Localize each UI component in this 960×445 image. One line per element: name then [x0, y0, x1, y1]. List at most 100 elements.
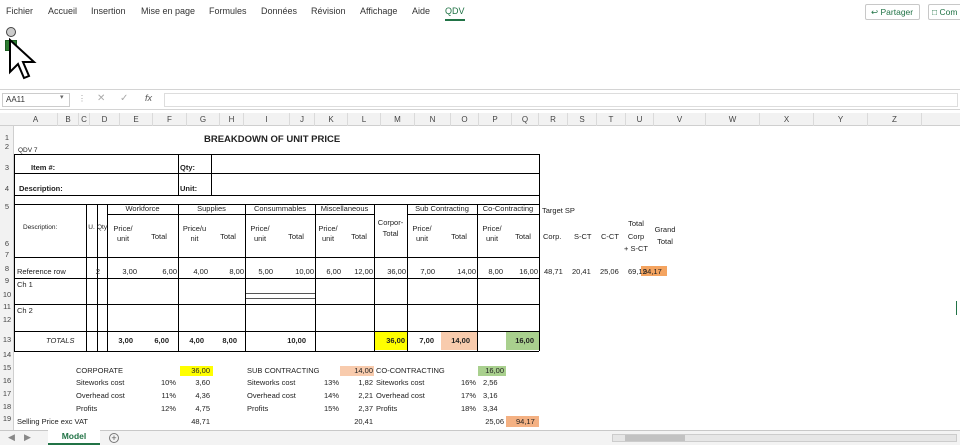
row-header-18[interactable]: 18: [0, 402, 14, 411]
menu-fichier[interactable]: Fichier: [6, 6, 33, 16]
co-site-label: Siteworks cost: [376, 378, 425, 387]
menu-insertion[interactable]: Insertion: [91, 6, 126, 16]
row-header-2[interactable]: 2: [0, 142, 14, 151]
row-header-11[interactable]: 11: [0, 302, 14, 311]
row-header-12[interactable]: 12: [0, 315, 14, 324]
menu-mise-en-page[interactable]: Mise en page: [141, 6, 195, 16]
ref-t-cct: 25,06: [600, 267, 619, 276]
co-site-val: 2,56: [483, 378, 498, 387]
column-header-j[interactable]: J: [290, 113, 315, 126]
column-header-f[interactable]: F: [153, 113, 187, 126]
tab-model[interactable]: Model: [48, 430, 100, 445]
co-price-unit: Price/ unit: [482, 224, 502, 243]
overhead-label: Overhead cost: [76, 391, 125, 400]
spreadsheet-grid[interactable]: BREAKDOWN OF UNIT PRICE QDV 7 Item #: Qt…: [14, 126, 960, 430]
column-header-d[interactable]: D: [90, 113, 120, 126]
row-header-17[interactable]: 17: [0, 389, 14, 398]
column-header-v[interactable]: V: [654, 113, 706, 126]
qdv-gear-icon[interactable]: [6, 27, 16, 37]
ref-sc-pu: 7,00: [420, 267, 435, 276]
column-header-e[interactable]: E: [120, 113, 153, 126]
row-header-8[interactable]: 8: [0, 264, 14, 273]
column-header-b[interactable]: B: [58, 113, 79, 126]
tot-su-pu: 4,00: [189, 336, 204, 345]
row-header-9[interactable]: 9: [0, 276, 14, 285]
menu-donnees[interactable]: Données: [261, 6, 297, 16]
row-headers: 1 2 3 4 5 6 7 8 9 10 11 12 13 14 15 16 17 18 19: [0, 126, 14, 430]
comments-button[interactable]: □ Com: [928, 4, 960, 20]
row-header-16[interactable]: 16: [0, 376, 14, 385]
column-header-n[interactable]: N: [415, 113, 451, 126]
row-header-1[interactable]: 1: [0, 133, 14, 142]
row-header-6[interactable]: 6: [0, 239, 14, 248]
row-header-15[interactable]: 15: [0, 363, 14, 372]
column-header-a[interactable]: A: [14, 113, 58, 126]
column-header-u[interactable]: U: [626, 113, 654, 126]
column-header-t[interactable]: T: [597, 113, 626, 126]
grand-2: Total: [657, 237, 673, 246]
wf-total: Total: [151, 232, 167, 241]
sub-prof-label: Profits: [247, 404, 269, 413]
column-header-s[interactable]: S: [568, 113, 597, 126]
column-header-k[interactable]: K: [315, 113, 348, 126]
row-header-10[interactable]: 10: [0, 290, 14, 299]
column-header-r[interactable]: R: [539, 113, 568, 126]
menu-qdv[interactable]: QDV: [445, 6, 465, 21]
column-header-l[interactable]: L: [348, 113, 381, 126]
col-description: Description:: [23, 224, 58, 231]
menu-formules[interactable]: Formules: [209, 6, 247, 16]
tot-sc-t: 14,00: [451, 336, 470, 345]
coc-label: CO-CONTRACTING: [376, 366, 445, 375]
co-total: Total: [515, 232, 531, 241]
comment-icon: □: [932, 7, 938, 17]
check-icon[interactable]: ✓: [120, 93, 128, 104]
formula-input[interactable]: [164, 93, 958, 107]
row-header-4[interactable]: 4: [0, 184, 14, 193]
column-header-q[interactable]: Q: [512, 113, 539, 126]
column-header-m[interactable]: M: [381, 113, 415, 126]
row-header-19[interactable]: 19: [0, 414, 14, 423]
ref-label: Reference row: [17, 267, 66, 276]
menu-revision[interactable]: Révision: [311, 6, 346, 16]
chevron-down-icon[interactable]: ▾: [60, 93, 64, 101]
column-header-i[interactable]: I: [244, 113, 290, 126]
tot-wf-t: 6,00: [154, 336, 169, 345]
row-header-13[interactable]: 13: [0, 335, 14, 344]
tab-prev-icon[interactable]: ◀: [8, 432, 15, 443]
cs-price-unit: Price/ unit: [250, 224, 270, 243]
column-header-z[interactable]: Z: [868, 113, 922, 126]
row-header-3[interactable]: 3: [0, 163, 14, 172]
corporate-label: CORPORATE: [76, 366, 123, 375]
ref-mi-pu: 6,00: [326, 267, 341, 276]
column-header-w[interactable]: W: [706, 113, 760, 126]
corporate-val: 36,00: [191, 366, 210, 375]
sub-sell-val: 20,41: [354, 417, 373, 426]
row-header-7[interactable]: 7: [0, 250, 14, 259]
tab-next-icon[interactable]: ▶: [24, 432, 31, 443]
column-header-x[interactable]: X: [760, 113, 814, 126]
column-header-o[interactable]: O: [451, 113, 479, 126]
selling-val: 48,71: [191, 417, 210, 426]
row-header-5[interactable]: 5: [0, 202, 14, 211]
profits-val: 4,75: [195, 404, 210, 413]
function-icon[interactable]: fx: [145, 93, 152, 103]
column-header-h[interactable]: H: [220, 113, 244, 126]
column-header-y[interactable]: Y: [814, 113, 868, 126]
column-header-c[interactable]: C: [79, 113, 90, 126]
scrollbar-thumb[interactable]: [625, 435, 685, 441]
add-sheet-icon[interactable]: +: [109, 433, 119, 443]
ref-wf-t: 6,00: [162, 267, 177, 276]
ref-grand: 94,17: [643, 267, 662, 276]
row-header-14[interactable]: 14: [0, 350, 14, 359]
subc-label: SUB CONTRACTING: [247, 366, 320, 375]
menu-affichage[interactable]: Affichage: [360, 6, 397, 16]
menu-accueil[interactable]: Accueil: [48, 6, 77, 16]
share-button[interactable]: ↩ Partager: [865, 4, 920, 20]
column-header-p[interactable]: P: [479, 113, 512, 126]
column-header-g[interactable]: G: [187, 113, 220, 126]
ribbon: [0, 24, 960, 90]
menu-aide[interactable]: Aide: [412, 6, 430, 16]
cancel-icon[interactable]: ✕: [97, 93, 105, 104]
tot-corp: 36,00: [386, 336, 405, 345]
subc-val: 14,00: [354, 366, 373, 375]
